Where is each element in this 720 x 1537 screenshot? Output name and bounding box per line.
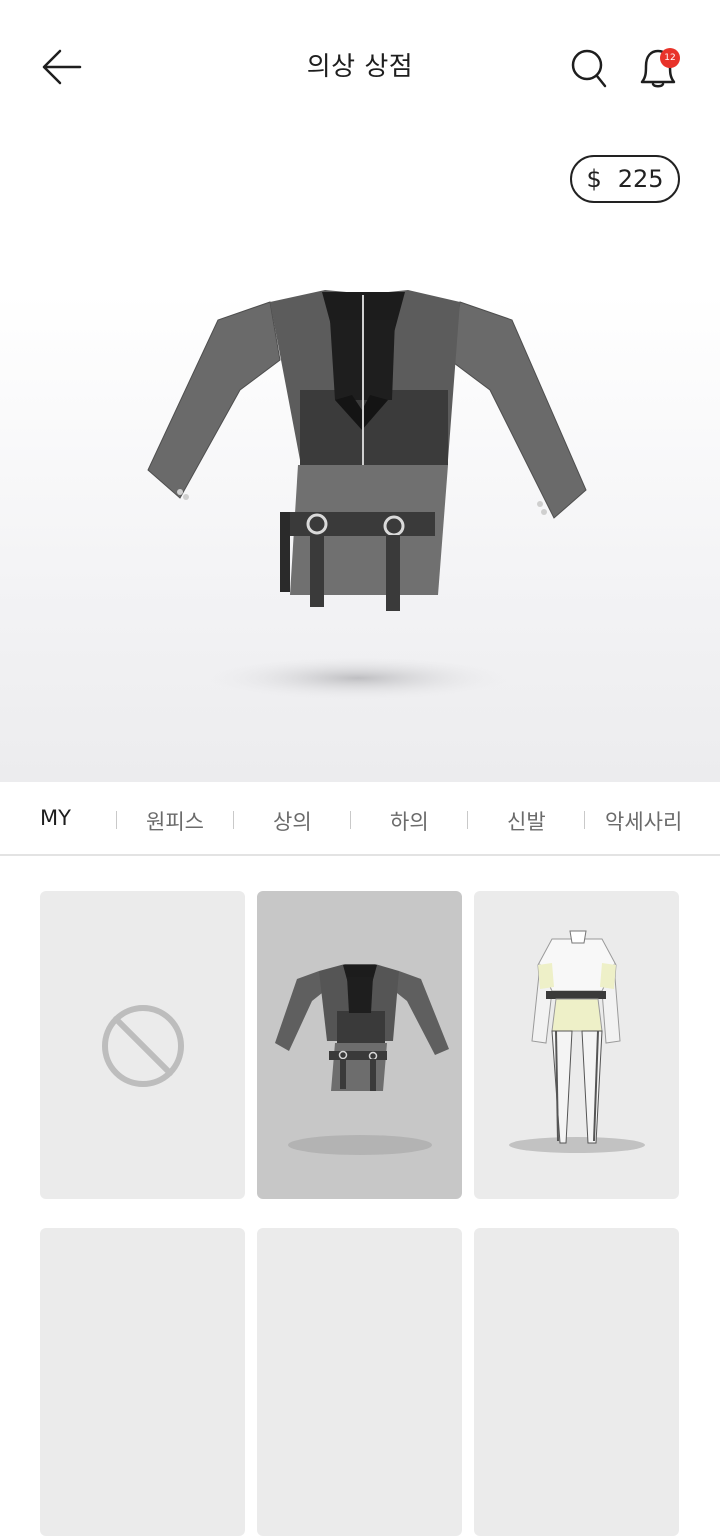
outfit-preview-image <box>147 290 587 700</box>
outfit-thumbnail <box>275 964 449 1155</box>
tab-divider <box>116 811 117 829</box>
item-card-dark-dress[interactable] <box>257 891 462 1199</box>
item-card-empty[interactable] <box>40 1228 245 1536</box>
category-tabs: MY 원피스 상의 하의 신발 악세사리 <box>0 782 720 856</box>
item-card-none[interactable] <box>40 891 245 1199</box>
tab-divider <box>233 811 234 829</box>
search-icon <box>571 49 607 88</box>
tab-accessories[interactable]: 악세사리 <box>605 806 682 836</box>
tab-divider <box>350 811 351 829</box>
outfit-thumbnail <box>509 930 645 1153</box>
tab-tops[interactable]: 상의 <box>273 806 312 836</box>
no-item-icon <box>102 1005 184 1087</box>
tab-onepiece[interactable]: 원피스 <box>146 806 204 836</box>
tab-my[interactable]: MY <box>40 806 71 830</box>
page-title: 의상 상점 <box>306 52 414 82</box>
item-card-empty[interactable] <box>257 1228 462 1536</box>
tab-divider <box>584 811 585 829</box>
app-header: 의상 상점 12 <box>0 0 720 130</box>
tab-bottoms[interactable]: 하의 <box>390 806 429 836</box>
search-button[interactable] <box>568 44 610 90</box>
item-card-white-set[interactable] <box>474 891 679 1199</box>
notification-badge: 12 <box>660 48 680 68</box>
tab-divider <box>467 811 468 829</box>
coin-amount: 225 <box>617 165 664 193</box>
currency-symbol: $ <box>586 165 602 193</box>
item-card-empty[interactable] <box>474 1228 679 1536</box>
tab-shoes[interactable]: 신발 <box>507 806 546 836</box>
coin-balance: $ 225 <box>570 155 680 203</box>
